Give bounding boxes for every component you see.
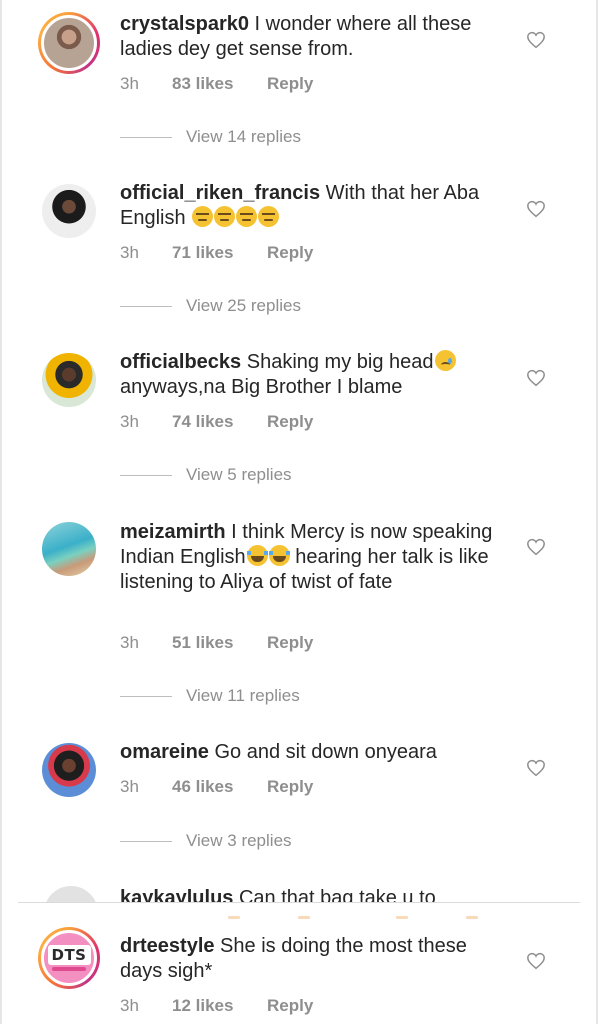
- unamused-face-icon: [236, 206, 258, 227]
- replies-divider-line: [120, 695, 172, 697]
- view-replies-label: View 3 replies: [186, 831, 292, 850]
- unamused-face-icon: [258, 206, 280, 227]
- comment-likes-count[interactable]: 74 likes: [172, 412, 267, 432]
- comment-meta: 3h 83 likes Reply: [120, 74, 313, 94]
- joy-face-icon: [268, 545, 290, 566]
- comment-likes-count[interactable]: 83 likes: [172, 74, 267, 94]
- avatar-image: [42, 743, 96, 797]
- comment-username[interactable]: official_riken_francis: [120, 182, 320, 204]
- comment-time: 3h: [120, 996, 139, 1015]
- comment-likes-count[interactable]: 46 likes: [172, 777, 267, 797]
- heart-outline-icon[interactable]: [526, 31, 546, 49]
- reply-button[interactable]: Reply: [267, 243, 313, 263]
- reply-button[interactable]: Reply: [267, 633, 313, 653]
- view-replies-label: View 5 replies: [186, 465, 292, 484]
- comment-time: 3h: [120, 777, 139, 796]
- heart-outline-icon[interactable]: [526, 952, 546, 970]
- avatar-image: [42, 522, 96, 576]
- avatar-logo-bar: [52, 967, 86, 971]
- replies-divider-line: [120, 840, 172, 842]
- comment-username[interactable]: drteestyle: [120, 935, 215, 957]
- comment-time: 3h: [120, 412, 139, 431]
- decorative-dots: [0, 916, 598, 920]
- view-replies-label: View 11 replies: [186, 686, 300, 705]
- replies-divider-line: [120, 474, 172, 476]
- avatar-image: DTS: [41, 930, 97, 986]
- avatar[interactable]: [40, 351, 98, 409]
- comment-username[interactable]: meizamirth: [120, 521, 226, 543]
- comment-text: Go and sit down onyeara: [208, 741, 437, 763]
- comment-item-partial: kaykaylulus Can that bag take u to: [0, 880, 598, 902]
- view-replies-button[interactable]: View 5 replies: [120, 465, 292, 485]
- heart-outline-icon[interactable]: [526, 200, 546, 218]
- comment-meta: 3h 46 likes Reply: [120, 777, 313, 797]
- comment-meta: 3h 51 likes Reply: [120, 633, 313, 653]
- comment-time: 3h: [120, 633, 139, 652]
- reply-button[interactable]: Reply: [267, 412, 313, 432]
- reply-button[interactable]: Reply: [267, 996, 313, 1016]
- comment-meta: 3h 71 likes Reply: [120, 243, 313, 263]
- comment-text-continued: anyways,na Big Brother I blame: [120, 376, 403, 398]
- comment-username[interactable]: kaykaylulus: [120, 887, 233, 902]
- comment-body: crystalspark0 I wonder where all these l…: [120, 12, 510, 62]
- heart-outline-icon[interactable]: [526, 538, 546, 556]
- comment-username[interactable]: omareine: [120, 741, 209, 763]
- comment-meta: 3h 12 likes Reply: [120, 996, 313, 1016]
- reply-button[interactable]: Reply: [267, 777, 313, 797]
- comment-body: kaykaylulus Can that bag take u to: [120, 886, 436, 902]
- comment-body: drteestyle She is doing the most these d…: [120, 934, 510, 984]
- comment-text: Can that bag take u to: [233, 887, 436, 902]
- avatar[interactable]: [40, 741, 98, 799]
- unamused-face-icon: [192, 206, 214, 227]
- avatar-logo-text: DTS: [47, 945, 91, 965]
- frame-edge-left: [0, 0, 2, 1024]
- view-replies-button[interactable]: View 25 replies: [120, 296, 301, 316]
- view-replies-button[interactable]: View 14 replies: [120, 127, 301, 147]
- comment-body: omareine Go and sit down onyeara: [120, 740, 510, 765]
- comment-time: 3h: [120, 243, 139, 262]
- comment-likes-count[interactable]: 71 likes: [172, 243, 267, 263]
- joy-face-icon: [246, 545, 268, 566]
- view-replies-button[interactable]: View 3 replies: [120, 831, 292, 851]
- comment-body: meizamirth I think Mercy is now speaking…: [120, 520, 510, 595]
- comment-likes-count[interactable]: 51 likes: [172, 633, 267, 653]
- replies-divider-line: [120, 305, 172, 307]
- comment-username[interactable]: officialbecks: [120, 351, 241, 373]
- view-replies-label: View 25 replies: [186, 296, 301, 315]
- comment-time: 3h: [120, 74, 139, 93]
- section-divider: [18, 902, 580, 903]
- crying-face-icon: [434, 350, 456, 371]
- comment-meta: 3h 74 likes Reply: [120, 412, 313, 432]
- reply-button[interactable]: Reply: [267, 74, 313, 94]
- avatar[interactable]: [40, 520, 98, 578]
- avatar[interactable]: [44, 886, 98, 902]
- view-replies-button[interactable]: View 11 replies: [120, 686, 300, 706]
- comment-body: officialbecks Shaking my big head anyways…: [120, 350, 510, 400]
- comment-likes-count[interactable]: 12 likes: [172, 996, 267, 1016]
- avatar[interactable]: [38, 12, 100, 74]
- view-replies-label: View 14 replies: [186, 127, 301, 146]
- unamused-face-icon: [214, 206, 236, 227]
- comment-body: official_riken_francis With that her Aba…: [120, 181, 510, 231]
- comment-text: Shaking my big head: [241, 351, 434, 373]
- heart-outline-icon[interactable]: [526, 759, 546, 777]
- heart-outline-icon[interactable]: [526, 369, 546, 387]
- avatar-image: [42, 353, 96, 407]
- comment-username[interactable]: crystalspark0: [120, 13, 249, 35]
- replies-divider-line: [120, 136, 172, 138]
- avatar[interactable]: DTS: [38, 927, 100, 989]
- avatar-image: [41, 15, 97, 71]
- avatar-image: [42, 184, 96, 238]
- avatar[interactable]: [40, 182, 98, 240]
